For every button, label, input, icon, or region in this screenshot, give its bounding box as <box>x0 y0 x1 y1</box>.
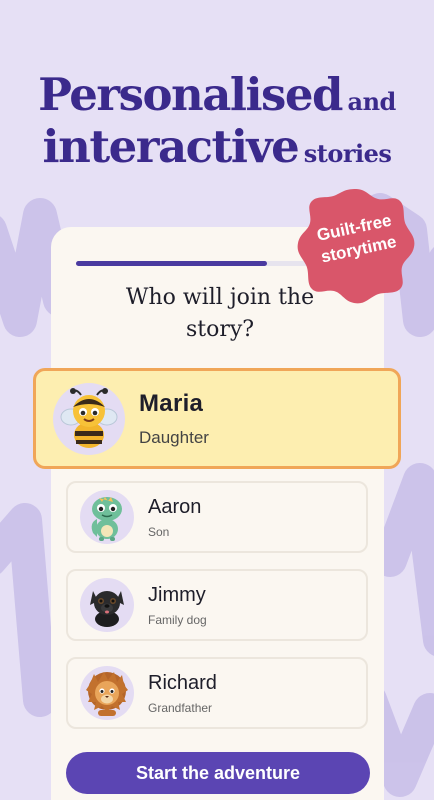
person-name: Maria <box>139 389 204 417</box>
avatar <box>53 382 125 455</box>
dog-icon <box>90 591 124 627</box>
guilt-free-badge: Guilt-free storytime <box>296 185 417 306</box>
progress-bar-fill <box>76 261 268 266</box>
headline-word-and: and <box>347 87 397 116</box>
person-role: Family dog <box>148 612 207 627</box>
person-role: Grandfather <box>148 700 213 715</box>
lion-icon <box>86 672 128 716</box>
start-adventure-button[interactable]: Start the adventure <box>66 752 370 794</box>
progress-bar <box>76 261 321 266</box>
avatar <box>80 578 134 632</box>
person-option-maria[interactable]: Maria Daughter <box>33 368 401 469</box>
avatar <box>80 666 134 720</box>
person-name: Aaron <box>148 495 202 518</box>
dinosaur-icon <box>91 497 122 541</box>
headline-word-interactive: interactive <box>42 120 300 173</box>
headline: Personalised and <box>0 70 434 120</box>
headline-line-2: interactive stories <box>0 122 434 172</box>
headline-word-personalised: Personalised <box>38 68 343 121</box>
person-role: Daughter <box>139 427 209 447</box>
person-name: Jimmy <box>148 583 206 606</box>
person-name: Richard <box>148 671 217 694</box>
person-role: Son <box>148 524 170 539</box>
headline-word-stories: stories <box>303 139 392 168</box>
person-option-jimmy[interactable]: Jimmy Family dog <box>66 569 368 641</box>
person-option-aaron[interactable]: Aaron Son <box>66 481 368 553</box>
person-option-richard[interactable]: Richard Grandfather <box>66 657 368 729</box>
avatar <box>80 490 134 544</box>
bee-icon <box>60 387 118 448</box>
question-line-2: story? <box>185 317 255 342</box>
